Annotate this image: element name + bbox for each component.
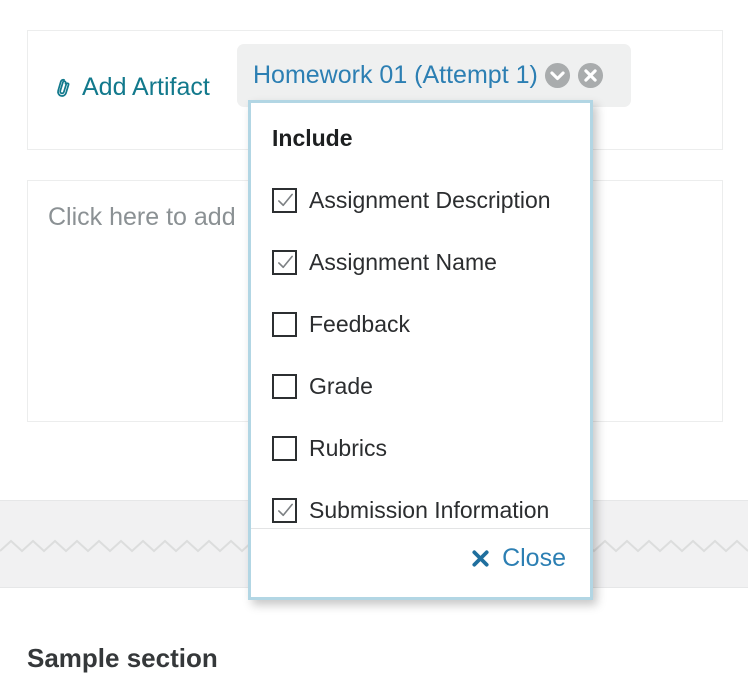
option-label: Submission Information (309, 496, 550, 523)
chevron-down-circle-icon[interactable] (544, 62, 571, 89)
option-label: Rubrics (309, 434, 387, 461)
notes-placeholder: Click here to add (48, 203, 236, 231)
option-assignment-name[interactable]: Assignment Name (272, 231, 590, 293)
popup-footer-divider (251, 528, 590, 529)
checkbox-assignment-description[interactable] (272, 187, 297, 213)
include-popup-title: Include (272, 125, 353, 151)
include-popup: Include Assignment Description Assignmen… (248, 100, 593, 600)
checkbox-assignment-name[interactable] (272, 249, 297, 275)
sample-section-title: Sample section (27, 643, 218, 673)
option-label: Assignment Description (309, 186, 551, 213)
checkbox-rubrics[interactable] (272, 435, 297, 461)
artifact-tag: Homework 01 (Attempt 1) (237, 44, 631, 107)
close-button[interactable]: Close (471, 546, 566, 571)
artifact-tag-label[interactable]: Homework 01 (Attempt 1) (253, 63, 538, 88)
checkbox-submission-information[interactable] (272, 497, 297, 523)
close-button-label: Close (502, 544, 566, 572)
include-options-list: Assignment Description Assignment Name F… (272, 169, 590, 541)
option-label: Feedback (309, 310, 411, 337)
add-artifact-link[interactable]: Add Artifact (53, 75, 210, 100)
option-label: Assignment Name (309, 248, 497, 275)
checkbox-grade[interactable] (272, 373, 297, 399)
option-feedback[interactable]: Feedback (272, 293, 590, 355)
checkbox-feedback[interactable] (272, 311, 297, 337)
x-icon (471, 549, 490, 568)
option-rubrics[interactable]: Rubrics (272, 417, 590, 479)
close-circle-icon[interactable] (577, 62, 604, 89)
add-artifact-label: Add Artifact (82, 73, 210, 101)
paperclip-icon (53, 76, 75, 100)
option-submission-information[interactable]: Submission Information (272, 479, 590, 541)
option-assignment-description[interactable]: Assignment Description (272, 169, 590, 231)
option-label: Grade (309, 372, 373, 399)
option-grade[interactable]: Grade (272, 355, 590, 417)
